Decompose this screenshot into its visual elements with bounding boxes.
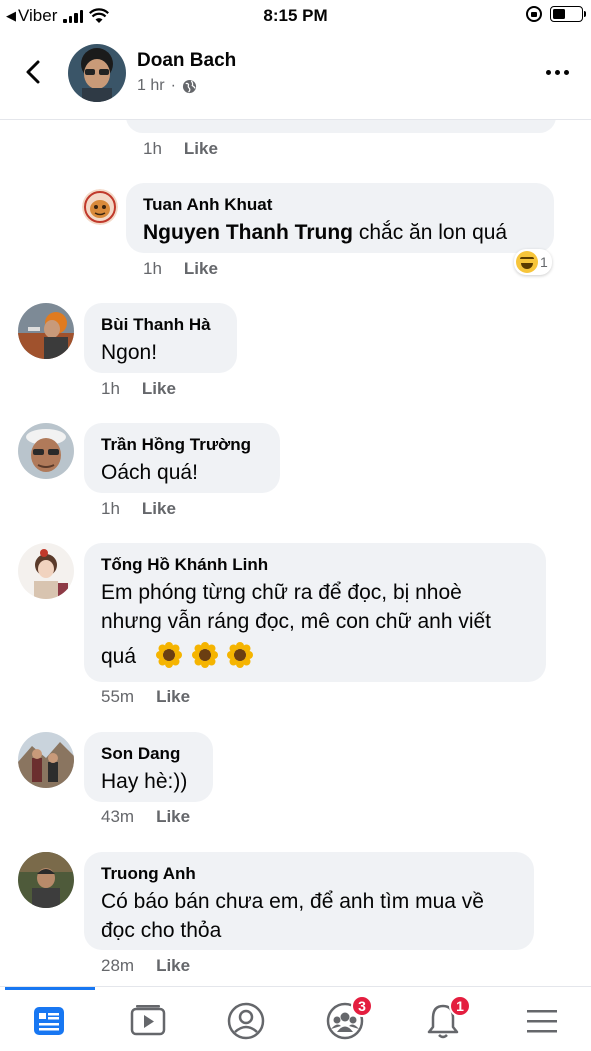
- back-icon[interactable]: [20, 58, 48, 86]
- commenter-avatar[interactable]: [18, 423, 74, 479]
- comment-time: 1h: [101, 499, 120, 518]
- status-bar: ◀ Viber 8:15 PM: [0, 0, 591, 34]
- comment-text-line: đọc cho thỏa: [101, 919, 222, 942]
- tab-watch[interactable]: [128, 1001, 168, 1041]
- globe-icon: [182, 79, 196, 93]
- like-button[interactable]: Like: [184, 259, 218, 279]
- comment-meta: 1h Like: [143, 139, 218, 159]
- comment-text-line: nhưng vẫn ráng đọc, mê con chữ anh viết: [101, 610, 492, 633]
- like-button[interactable]: Like: [156, 956, 190, 976]
- tab-groups[interactable]: 3: [325, 995, 373, 1041]
- comment-body: chắc ăn lon quá: [353, 221, 508, 244]
- tab-profile[interactable]: [226, 1001, 266, 1041]
- comment-meta: 43m Like: [101, 807, 190, 827]
- author-name[interactable]: Doan Bach: [137, 50, 236, 72]
- haha-reaction-icon: [516, 251, 538, 273]
- video-icon: [130, 1005, 166, 1036]
- menu-icon: [527, 1010, 557, 1033]
- orientation-lock-icon: [526, 6, 542, 22]
- battery-icon: [550, 6, 586, 22]
- active-tab-indicator: [5, 987, 95, 990]
- mention-link[interactable]: Nguyen Thanh Trung: [143, 221, 353, 244]
- comment-body: quá: [101, 645, 137, 668]
- comment-meta: 1h Like: [101, 499, 176, 519]
- commenter-avatar[interactable]: [18, 303, 74, 359]
- comment-bubble-partial[interactable]: [126, 120, 556, 133]
- sunflower-emoji-icon: [191, 642, 218, 668]
- author-avatar[interactable]: [68, 44, 126, 102]
- comment-time: 1h: [143, 139, 162, 158]
- profile-icon: [227, 1002, 265, 1040]
- commenter-name[interactable]: Son Dang: [101, 744, 180, 764]
- commenter-name[interactable]: Trần Hồng Trường: [101, 435, 251, 455]
- tab-notifications[interactable]: 1: [423, 995, 471, 1041]
- comment-time: 28m: [101, 956, 135, 975]
- bottom-tab-bar: 3 1: [0, 986, 591, 1051]
- clock: 8:15 PM: [263, 6, 328, 25]
- comment-time: 1h: [101, 379, 120, 398]
- tab-news-feed[interactable]: [29, 1001, 69, 1041]
- comment-meta: 1h Like: [143, 259, 218, 279]
- comment-meta: 1h Like: [101, 379, 176, 399]
- commenter-avatar[interactable]: [18, 852, 74, 908]
- news-feed-icon: [34, 1007, 64, 1035]
- like-button[interactable]: Like: [142, 499, 176, 519]
- comment-text: Oách quá!: [101, 461, 198, 484]
- comment-text: Nguyen Thanh Trung chắc ăn lon quá: [143, 217, 507, 248]
- tab-menu[interactable]: [522, 1001, 562, 1041]
- reaction-summary[interactable]: 1: [514, 249, 552, 275]
- commenter-name[interactable]: Truong Anh: [101, 864, 196, 884]
- comment-meta: 28m Like: [101, 956, 190, 976]
- commenter-name[interactable]: Tuan Anh Khuat: [143, 195, 272, 215]
- like-button[interactable]: Like: [156, 807, 190, 827]
- commenter-name[interactable]: Tống Hồ Khánh Linh: [101, 555, 268, 575]
- groups-badge: 3: [351, 995, 373, 1017]
- post-meta: 1 hr ·: [137, 77, 197, 95]
- post-time: 1 hr: [137, 77, 165, 94]
- comment-text-line: Em phóng từng chữ ra để đọc, bị nhoè: [101, 581, 462, 604]
- notifications-badge: 1: [449, 995, 471, 1017]
- like-button[interactable]: Like: [184, 139, 218, 159]
- comment-time: 1h: [143, 259, 162, 278]
- post-header: Doan Bach 1 hr ·: [0, 34, 591, 120]
- comment-text: Hay hè:)): [101, 770, 188, 793]
- sunflower-emoji-icon: [227, 642, 254, 668]
- comments-feed: 1h Like Tuan Anh Khuat Nguyen Thanh Trun…: [0, 120, 591, 986]
- comment-meta: 55m Like: [101, 687, 190, 707]
- comment-text-line: quá: [101, 641, 257, 672]
- like-button[interactable]: Like: [156, 687, 190, 707]
- commenter-name[interactable]: Bùi Thanh Hà: [101, 315, 211, 335]
- comment-time: 43m: [101, 807, 135, 826]
- more-options-icon[interactable]: [546, 70, 569, 75]
- sunflower-emoji-icon: [155, 642, 182, 668]
- separator: ·: [170, 77, 176, 94]
- reaction-count: 1: [540, 254, 548, 270]
- commenter-avatar[interactable]: [18, 732, 74, 788]
- comment-text-line: Có báo bán chưa em, để anh tìm mua về: [101, 890, 484, 913]
- comment-text: Ngon!: [101, 341, 158, 364]
- like-button[interactable]: Like: [142, 379, 176, 399]
- comment-time: 55m: [101, 687, 135, 706]
- commenter-avatar[interactable]: [18, 543, 74, 599]
- commenter-avatar[interactable]: [82, 189, 118, 225]
